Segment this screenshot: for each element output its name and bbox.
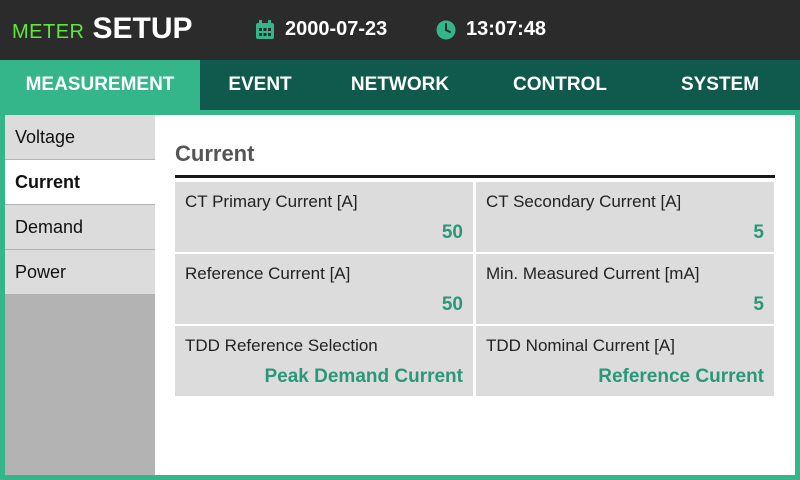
field-label: CT Primary Current [A] xyxy=(185,192,358,211)
field-value: 50 xyxy=(441,222,463,243)
field-label: Min. Measured Current [mA] xyxy=(486,264,700,283)
field-value: Reference Current xyxy=(598,366,764,387)
settings-panel: Current CT Primary Current [A] 50 CT Sec… xyxy=(155,115,795,475)
main-tabs: MEASUREMENT EVENT NETWORK CONTROL SYSTEM xyxy=(0,60,800,110)
field-min-measured-current[interactable]: Min. Measured Current [mA] 5 xyxy=(476,254,774,324)
sidebar-item-voltage[interactable]: Voltage xyxy=(5,115,155,159)
field-label: TDD Nominal Current [A] xyxy=(486,336,675,355)
top-header: METER SETUP 2000-07-23 13:07:48 xyxy=(0,0,800,60)
tab-event[interactable]: EVENT xyxy=(200,60,320,110)
app-brand: METER SETUP xyxy=(12,12,193,48)
field-value: 5 xyxy=(753,222,764,243)
field-tdd-reference-selection[interactable]: TDD Reference Selection Peak Demand Curr… xyxy=(175,326,473,396)
date-text: 2000-07-23 xyxy=(285,18,388,40)
field-ct-primary-current[interactable]: CT Primary Current [A] 50 xyxy=(175,182,473,252)
tab-system[interactable]: SYSTEM xyxy=(640,60,800,110)
tab-measurement[interactable]: MEASUREMENT xyxy=(0,60,200,110)
page-title: SETUP xyxy=(92,12,193,45)
field-value: 5 xyxy=(753,294,764,315)
field-label: TDD Reference Selection xyxy=(185,336,378,355)
sidebar-item-demand[interactable]: Demand xyxy=(5,205,155,249)
content-frame: Voltage Current Demand Power Current CT … xyxy=(0,110,800,480)
field-tdd-nominal-current[interactable]: TDD Nominal Current [A] Reference Curren… xyxy=(476,326,774,396)
tab-network[interactable]: NETWORK xyxy=(320,60,480,110)
sidebar: Voltage Current Demand Power xyxy=(5,115,155,475)
time-text: 13:07:48 xyxy=(466,18,547,40)
field-label: Reference Current [A] xyxy=(185,264,351,283)
tab-control[interactable]: CONTROL xyxy=(480,60,640,110)
calendar-icon xyxy=(256,19,274,39)
field-value: 50 xyxy=(441,294,463,315)
time-display: 13:07:48 xyxy=(436,18,546,41)
date-display: 2000-07-23 xyxy=(255,18,387,41)
field-label: CT Secondary Current [A] xyxy=(486,192,682,211)
sidebar-item-power[interactable]: Power xyxy=(5,250,155,294)
section-title: Current xyxy=(175,141,255,166)
sidebar-item-current[interactable]: Current xyxy=(5,160,155,204)
field-value: Peak Demand Current xyxy=(264,366,463,387)
clock-icon xyxy=(436,20,456,39)
field-ct-secondary-current[interactable]: CT Secondary Current [A] 5 xyxy=(476,182,774,252)
title-divider xyxy=(175,175,775,178)
brand-prefix: METER xyxy=(12,21,85,43)
field-reference-current[interactable]: Reference Current [A] 50 xyxy=(175,254,473,324)
